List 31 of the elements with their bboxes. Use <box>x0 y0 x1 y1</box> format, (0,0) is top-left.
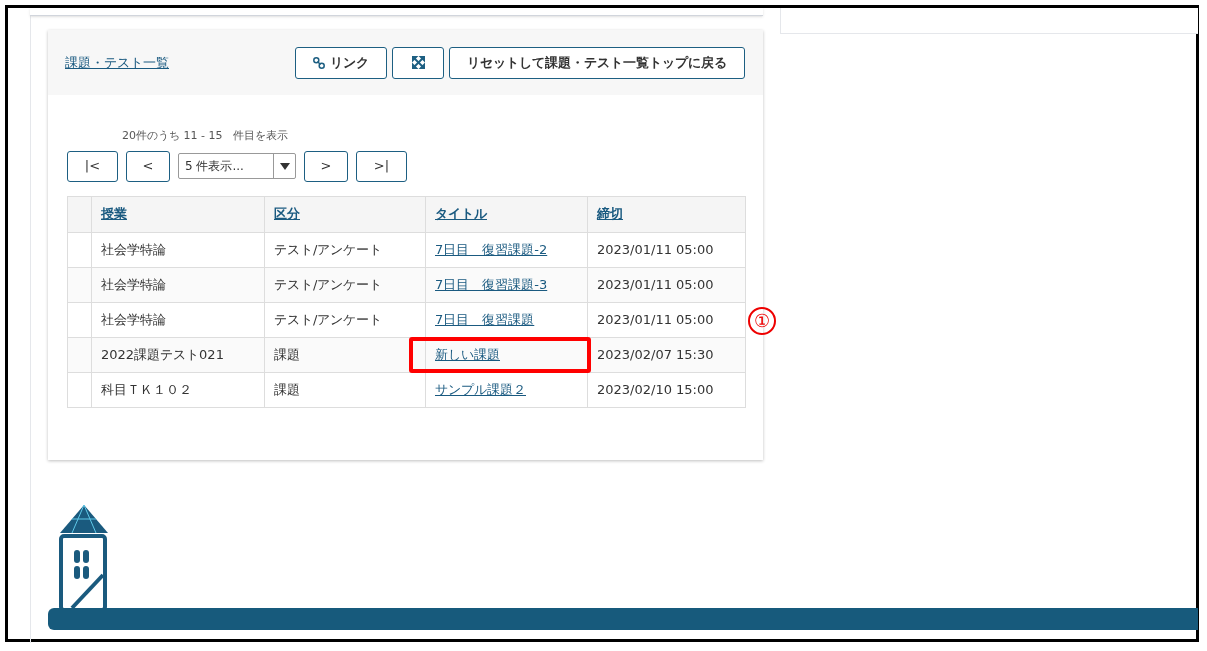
table-cell: テスト/アンケート <box>264 267 426 302</box>
table-cell: 社会学特論 <box>91 267 265 302</box>
result-summary: 20件のうち 11 - 15 件目を表示 <box>121 128 290 144</box>
link-icon <box>313 56 325 69</box>
table-cell: 科目ＴＫ１０２ <box>91 372 265 407</box>
last-page-button[interactable]: >| <box>356 150 407 182</box>
column-header-link[interactable]: 区分 <box>274 206 300 222</box>
reset-button[interactable]: リセットして課題・テスト一覧トップに戻る <box>449 46 745 79</box>
column-header-link[interactable]: 締切 <box>597 206 623 222</box>
table-cell: 社会学特論 <box>91 302 265 337</box>
fullscreen-button[interactable] <box>392 46 444 79</box>
table-cell: 2023/02/10 15:00 <box>587 372 746 407</box>
page-size-select[interactable]: 5 件表示... <box>178 153 296 179</box>
previous-page-button[interactable]: < <box>126 150 170 182</box>
table-cell: 2023/01/11 05:00 <box>587 267 746 302</box>
table-cell: 2023/01/11 05:00 <box>587 232 746 267</box>
column-header-link[interactable]: タイトル <box>435 206 487 222</box>
table-cell: テスト/アンケート <box>264 232 426 267</box>
column-header-link[interactable]: 授業 <box>101 206 127 222</box>
annotation-marker: ① <box>748 307 776 335</box>
expand-icon <box>411 56 425 69</box>
link-button[interactable]: リンク <box>295 46 387 79</box>
table-cell: 社会学特論 <box>91 232 265 267</box>
assignment-title-link[interactable]: 新しい課題 <box>435 346 500 362</box>
caret-icon <box>279 162 290 170</box>
breadcrumb-link[interactable]: 課題・テスト一覧 <box>65 52 169 73</box>
table-cell: 課題 <box>264 372 426 407</box>
table-cell: テスト/アンケート <box>264 302 426 337</box>
next-page-button[interactable]: > <box>304 150 348 182</box>
first-page-button[interactable]: |< <box>67 150 118 182</box>
table-cell: 2022課題テスト021 <box>91 337 265 372</box>
